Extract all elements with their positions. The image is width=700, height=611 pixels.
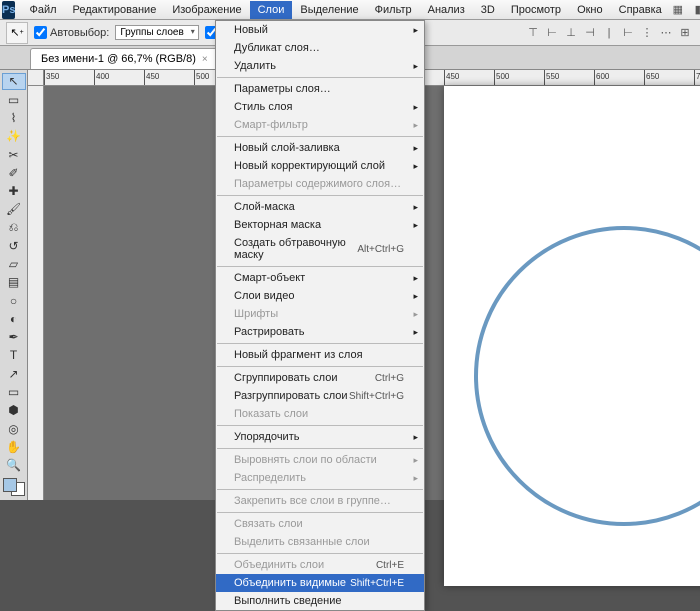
hand-tool[interactable]: ✋ bbox=[2, 439, 26, 455]
menu-distribute[interactable]: Распределить bbox=[216, 469, 424, 487]
gradient-tool[interactable]: ▤ bbox=[2, 274, 26, 290]
menu-smart-object[interactable]: Смарт-объект bbox=[216, 269, 424, 287]
menu-file[interactable]: Файл bbox=[21, 1, 64, 19]
menu-ungroup[interactable]: Разгруппировать слоиShift+Ctrl+G bbox=[216, 387, 424, 405]
menu-image[interactable]: Изображение bbox=[164, 1, 249, 19]
menu-rasterize[interactable]: Растрировать bbox=[216, 323, 424, 341]
move-tool[interactable]: ↖ bbox=[2, 73, 26, 90]
wand-tool[interactable]: ✨ bbox=[2, 128, 26, 144]
menu-merge-visible[interactable]: Объединить видимыеShift+Ctrl+E bbox=[216, 574, 424, 592]
path-tool[interactable]: ↗ bbox=[2, 366, 26, 382]
menu-merge-layers[interactable]: Объединить слоиCtrl+E bbox=[216, 556, 424, 574]
menu-vector-mask[interactable]: Векторная маска bbox=[216, 216, 424, 234]
color-swatch[interactable] bbox=[3, 478, 25, 496]
menu-lock-all[interactable]: Закрепить все слои в группе… bbox=[216, 492, 424, 510]
menu-new-layer[interactable]: Новый bbox=[216, 21, 424, 39]
marquee-tool[interactable]: ▭ bbox=[2, 92, 26, 108]
menu-show-layers[interactable]: Показать слои bbox=[216, 405, 424, 423]
app-logo: Ps bbox=[2, 1, 15, 19]
3d-tool[interactable]: ⬢ bbox=[2, 402, 26, 418]
align-hcenter-icon[interactable]: | bbox=[600, 24, 618, 42]
align-right-icon[interactable]: ⊢ bbox=[619, 24, 637, 42]
align-bottom-icon[interactable]: ⊥ bbox=[562, 24, 580, 42]
menu-layer[interactable]: Слои bbox=[250, 1, 293, 19]
eyedropper-tool[interactable]: ✐ bbox=[2, 165, 26, 181]
menu-fonts[interactable]: Шрифты bbox=[216, 305, 424, 323]
bridge-icon[interactable]: ◧ bbox=[692, 2, 700, 18]
dodge-tool[interactable]: ◐ bbox=[2, 311, 26, 327]
heal-tool[interactable]: ✚ bbox=[2, 183, 26, 199]
crop-tool[interactable]: ✂ bbox=[2, 146, 26, 162]
shape-tool[interactable]: ▭ bbox=[2, 384, 26, 400]
pen-tool[interactable]: ✒ bbox=[2, 329, 26, 345]
align-vcenter-icon[interactable]: ⊢ bbox=[543, 24, 561, 42]
menu-new-fragment[interactable]: Новый фрагмент из слоя bbox=[216, 346, 424, 364]
menu-view[interactable]: Просмотр bbox=[503, 1, 569, 19]
menu-arrange[interactable]: Упорядочить bbox=[216, 428, 424, 446]
auto-align-icon[interactable]: ⊞ bbox=[676, 24, 694, 42]
auto-select-check[interactable]: Автовыбор: bbox=[34, 26, 109, 39]
layer-menu-dropdown: Новый Дубликат слоя… Удалить Параметры с… bbox=[215, 20, 425, 611]
menu-select-linked[interactable]: Выделить связанные слои bbox=[216, 533, 424, 551]
menu-select[interactable]: Выделение bbox=[292, 1, 366, 19]
menu-flatten[interactable]: Выполнить сведение bbox=[216, 592, 424, 610]
blur-tool[interactable]: ○ bbox=[2, 293, 26, 309]
menu-3d[interactable]: 3D bbox=[473, 1, 503, 19]
align-top-icon[interactable]: ⊤ bbox=[524, 24, 542, 42]
ruler-vertical bbox=[28, 86, 44, 500]
3d-camera-tool[interactable]: ◎ bbox=[2, 420, 26, 436]
menu-layer-mask[interactable]: Слой-маска bbox=[216, 198, 424, 216]
align-left-icon[interactable]: ⊣ bbox=[581, 24, 599, 42]
menubar: Ps Файл Редактирование Изображение Слои … bbox=[0, 0, 700, 20]
menu-delete-layer[interactable]: Удалить bbox=[216, 57, 424, 75]
lasso-tool[interactable]: ⌇ bbox=[2, 110, 26, 126]
toolbox: ↖ ▭ ⌇ ✨ ✂ ✐ ✚ 🖌 ⎌ ↺ ▱ ▤ ○ ◐ ✒ T ↗ ▭ ⬢ ◎ … bbox=[0, 70, 28, 500]
menu-align-area[interactable]: Выровнять слои по области bbox=[216, 451, 424, 469]
menu-new-adjust[interactable]: Новый корректирующий слой bbox=[216, 157, 424, 175]
eraser-tool[interactable]: ▱ bbox=[2, 256, 26, 272]
distribute-h-icon[interactable]: ⋮ bbox=[638, 24, 656, 42]
menu-smart-filter[interactable]: Смарт-фильтр bbox=[216, 116, 424, 134]
menu-duplicate-layer[interactable]: Дубликат слоя… bbox=[216, 39, 424, 57]
menu-content-params[interactable]: Параметры содержимого слоя… bbox=[216, 175, 424, 193]
ruler-corner bbox=[28, 70, 44, 86]
zoom-tool[interactable]: 🔍 bbox=[2, 457, 26, 473]
stamp-tool[interactable]: ⎌ bbox=[2, 220, 26, 236]
menu-link[interactable]: Связать слои bbox=[216, 515, 424, 533]
menu-help[interactable]: Справка bbox=[611, 1, 670, 19]
history-brush-tool[interactable]: ↺ bbox=[2, 238, 26, 254]
auto-select-mode[interactable]: Группы слоев bbox=[115, 25, 198, 40]
type-tool[interactable]: T bbox=[2, 347, 26, 363]
close-icon[interactable]: × bbox=[202, 54, 208, 65]
menu-video-layers[interactable]: Слои видео bbox=[216, 287, 424, 305]
menu-layer-style[interactable]: Стиль слоя bbox=[216, 98, 424, 116]
menu-new-fill[interactable]: Новый слой-заливка bbox=[216, 139, 424, 157]
tab-doc1[interactable]: Без имени-1 @ 66,7% (RGB/8)× bbox=[30, 48, 219, 69]
menu-layer-params[interactable]: Параметры слоя… bbox=[216, 80, 424, 98]
menu-analysis[interactable]: Анализ bbox=[420, 1, 473, 19]
distribute-v-icon[interactable]: ⋯ bbox=[657, 24, 675, 42]
menu-group[interactable]: Сгруппировать слоиCtrl+G bbox=[216, 369, 424, 387]
menu-window[interactable]: Окно bbox=[569, 1, 611, 19]
menu-clip-mask[interactable]: Создать обтравочную маскуAlt+Ctrl+G bbox=[216, 234, 424, 264]
menu-edit[interactable]: Редактирование bbox=[65, 1, 165, 19]
workspace-icon[interactable]: ▦ bbox=[670, 2, 686, 18]
move-tool-preset[interactable]: ↖+ bbox=[6, 22, 28, 44]
brush-tool[interactable]: 🖌 bbox=[2, 201, 26, 217]
menu-filter[interactable]: Фильтр bbox=[367, 1, 420, 19]
